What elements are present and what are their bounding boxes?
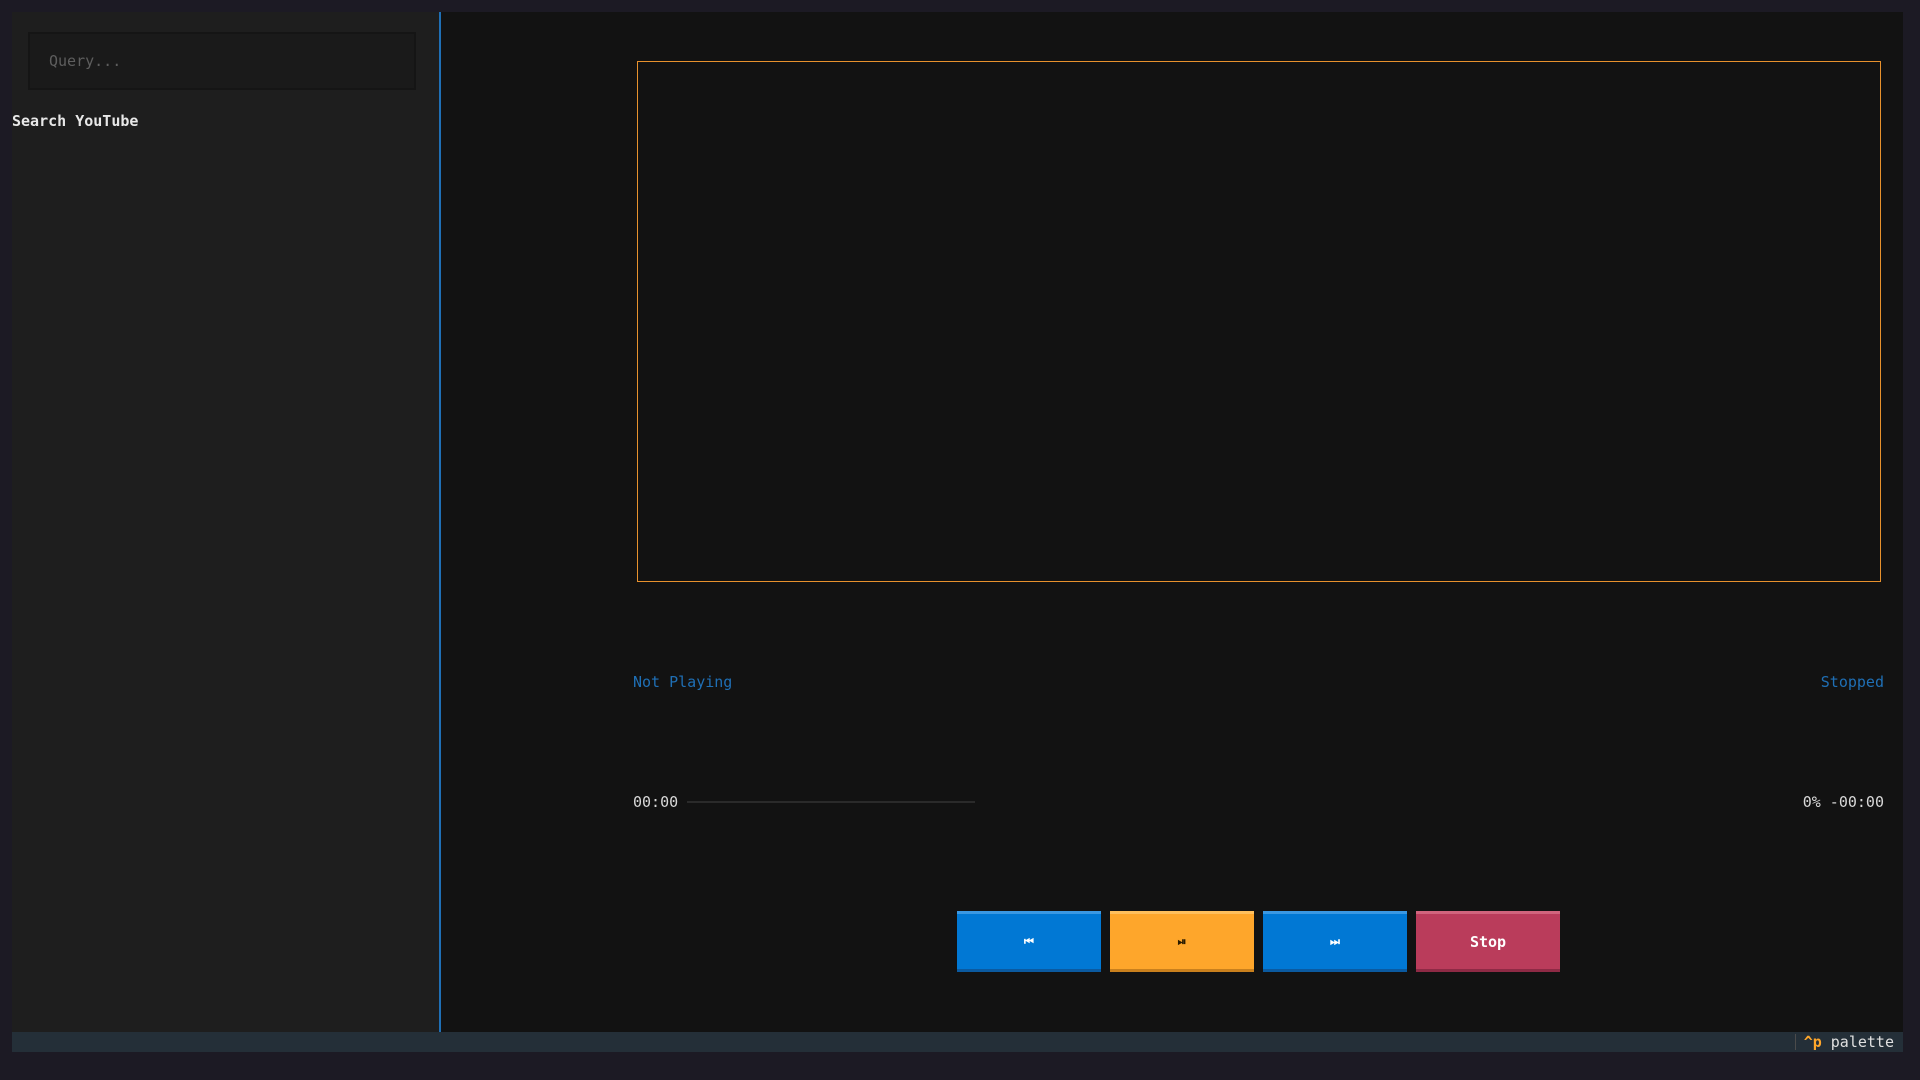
playback-state: Stopped xyxy=(1820,673,1884,691)
player-panel: Not Playing Stopped 00:00 0% -00:00 ⏮ ⏯ … xyxy=(442,12,1903,1032)
time-remaining: 0% -00:00 xyxy=(1802,793,1884,811)
footer-bar: ^p palette xyxy=(12,1032,1903,1052)
next-button[interactable]: ⏭ xyxy=(1263,911,1407,972)
skip-next-icon: ⏭ xyxy=(1330,934,1340,948)
time-elapsed: 00:00 xyxy=(633,793,679,811)
command-palette-hint[interactable]: ^p palette xyxy=(1804,1033,1894,1051)
search-input[interactable] xyxy=(30,34,414,88)
app-window: Search YouTube Not Playing Stopped 00:00… xyxy=(12,12,1903,1032)
search-youtube-label: Search YouTube xyxy=(12,112,139,130)
now-playing-title: Not Playing xyxy=(633,673,733,691)
palette-label: palette xyxy=(1830,1033,1894,1051)
play-pause-icon: ⏯ xyxy=(1177,934,1187,948)
footer-divider xyxy=(1795,1034,1796,1050)
play-pause-button[interactable]: ⏯ xyxy=(1110,911,1254,972)
progress-bar[interactable] xyxy=(687,801,975,803)
video-frame xyxy=(637,61,1881,582)
skip-previous-icon: ⏮ xyxy=(1024,934,1034,948)
search-box[interactable] xyxy=(28,32,416,90)
playback-controls: ⏮ ⏯ ⏭ Stop xyxy=(957,911,1560,972)
stop-button-label: Stop xyxy=(1469,932,1507,951)
previous-button[interactable]: ⏮ xyxy=(957,911,1101,972)
stop-button[interactable]: Stop xyxy=(1416,911,1560,972)
palette-shortcut-key: ^p xyxy=(1803,1033,1822,1051)
sidebar: Search YouTube xyxy=(12,12,441,1032)
